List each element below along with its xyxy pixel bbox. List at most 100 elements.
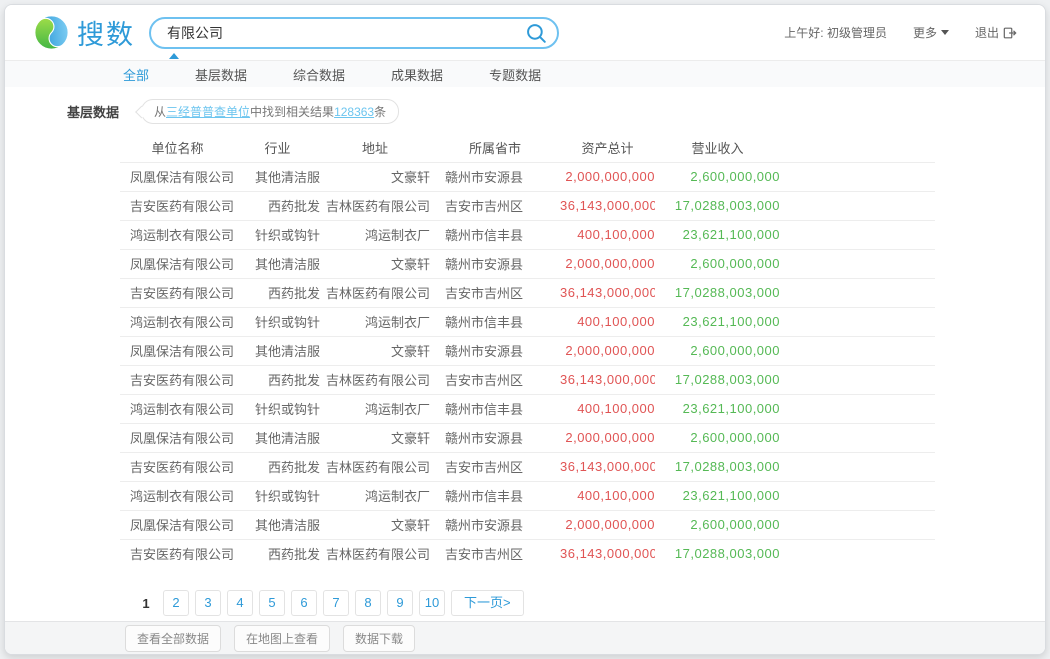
spacer-cell xyxy=(780,278,935,307)
unit-name-cell: 鸿运制衣有限公司 xyxy=(120,307,235,336)
province-cell: 赣州市信丰县 xyxy=(430,481,560,510)
results-tab[interactable]: 成果数据 xyxy=(391,65,443,84)
industry-cell: 其他清洁服 xyxy=(235,423,320,452)
table-row[interactable]: 吉安医药有限公司 西药批发 吉林医药有限公司 吉安市吉州区 36,143,000… xyxy=(120,539,935,568)
table-row[interactable]: 吉安医药有限公司 西药批发 吉林医药有限公司 吉安市吉州区 36,143,000… xyxy=(120,452,935,481)
industry-cell: 其他清洁服 xyxy=(235,510,320,539)
province-cell: 吉安市吉州区 xyxy=(430,452,560,481)
results-tab[interactable]: 专题数据 xyxy=(489,65,541,84)
table-row[interactable]: 鸿运制衣有限公司 针织或钩针 鸿运制衣厂 赣州市信丰县 400,100,000 … xyxy=(120,481,935,510)
province-cell: 赣州市安源县 xyxy=(430,249,560,278)
table-row[interactable]: 凤凰保洁有限公司 其他清洁服 文豪轩 赣州市安源县 2,000,000,000 … xyxy=(120,162,935,191)
address-cell: 吉林医药有限公司 xyxy=(320,539,430,568)
footer-toolbar: 查看全部数据 在地图上查看 数据下载 xyxy=(5,621,1045,654)
table-row[interactable]: 凤凰保洁有限公司 其他清洁服 文豪轩 赣州市安源县 2,000,000,000 … xyxy=(120,249,935,278)
result-summary-pill: 从三经普普查单位中找到相关结果128363条 xyxy=(141,99,399,124)
next-page-button[interactable]: 下一页> xyxy=(451,590,524,616)
footer-action-button[interactable]: 数据下载 xyxy=(343,625,415,652)
results-tab[interactable]: 综合数据 xyxy=(293,65,345,84)
spacer-cell xyxy=(780,191,935,220)
revenue-cell: 2,600,000,000 xyxy=(655,510,780,539)
unit-name-cell: 鸿运制衣有限公司 xyxy=(120,220,235,249)
results-table-body: 凤凰保洁有限公司 其他清洁服 文豪轩 赣州市安源县 2,000,000,000 … xyxy=(120,162,935,568)
source-link[interactable]: 三经普普查单位 xyxy=(166,105,250,119)
app-logo[interactable]: 搜数 xyxy=(33,13,135,52)
page-number-button[interactable]: 5 xyxy=(259,590,285,616)
page-number-button[interactable]: 8 xyxy=(355,590,381,616)
industry-cell: 针织或钩针 xyxy=(235,481,320,510)
page-number-button[interactable]: 9 xyxy=(387,590,413,616)
province-cell: 吉安市吉州区 xyxy=(430,539,560,568)
footer-action-button[interactable]: 查看全部数据 xyxy=(125,625,221,652)
footer-action-button[interactable]: 在地图上查看 xyxy=(234,625,330,652)
page-number-button[interactable]: 6 xyxy=(291,590,317,616)
page-number-button[interactable]: 2 xyxy=(163,590,189,616)
result-middle: 中找到相关结果 xyxy=(250,105,334,119)
result-count-link[interactable]: 128363 xyxy=(334,105,374,119)
total-assets-cell: 36,143,000,000 xyxy=(560,365,655,394)
more-menu[interactable]: 更多 xyxy=(913,24,949,41)
province-cell: 吉安市吉州区 xyxy=(430,365,560,394)
province-cell: 赣州市安源县 xyxy=(430,510,560,539)
logout-button[interactable]: 退出 xyxy=(975,24,1017,41)
page-number-button[interactable]: 4 xyxy=(227,590,253,616)
table-row[interactable]: 吉安医药有限公司 西药批发 吉林医药有限公司 吉安市吉州区 36,143,000… xyxy=(120,278,935,307)
total-assets-cell: 2,000,000,000 xyxy=(560,162,655,191)
industry-cell: 西药批发 xyxy=(235,191,320,220)
unit-name-cell: 鸿运制衣有限公司 xyxy=(120,394,235,423)
header: 搜数 上午好: 初级管理员 更多 退出 xyxy=(5,5,1045,60)
revenue-cell: 17,0288,003,000 xyxy=(655,539,780,568)
unit-name-cell: 凤凰保洁有限公司 xyxy=(120,423,235,452)
total-assets-cell: 2,000,000,000 xyxy=(560,510,655,539)
industry-cell: 其他清洁服 xyxy=(235,249,320,278)
logout-label: 退出 xyxy=(975,24,999,41)
section-title: 基层数据 xyxy=(67,102,119,121)
search-button[interactable] xyxy=(525,22,547,44)
table-row[interactable]: 鸿运制衣有限公司 针织或钩针 鸿运制衣厂 赣州市信丰县 400,100,000 … xyxy=(120,220,935,249)
spacer-cell xyxy=(780,423,935,452)
province-cell: 吉安市吉州区 xyxy=(430,278,560,307)
search-area xyxy=(149,17,559,49)
pagination: 1 2 3 4 5 6 7 8 9 10 下一页> xyxy=(135,590,1045,616)
industry-cell: 针织或钩针 xyxy=(235,394,320,423)
address-cell: 鸿运制衣厂 xyxy=(320,307,430,336)
spacer-cell xyxy=(780,307,935,336)
table-row[interactable]: 吉安医药有限公司 西药批发 吉林医药有限公司 吉安市吉州区 36,143,000… xyxy=(120,191,935,220)
page-number-button[interactable]: 7 xyxy=(323,590,349,616)
user-greeting: 上午好: 初级管理员 xyxy=(784,24,887,41)
table-row[interactable]: 凤凰保洁有限公司 其他清洁服 文豪轩 赣州市安源县 2,000,000,000 … xyxy=(120,336,935,365)
table-row[interactable]: 鸿运制衣有限公司 针织或钩针 鸿运制衣厂 赣州市信丰县 400,100,000 … xyxy=(120,307,935,336)
spacer-cell xyxy=(780,162,935,191)
industry-cell: 西药批发 xyxy=(235,539,320,568)
industry-cell: 西药批发 xyxy=(235,278,320,307)
spacer-cell xyxy=(780,510,935,539)
column-header-revenue: 营业收入 xyxy=(655,134,780,162)
province-cell: 赣州市安源县 xyxy=(430,336,560,365)
logo-swirl-icon xyxy=(33,14,70,51)
search-input[interactable] xyxy=(167,25,525,41)
results-tab[interactable]: 基层数据 xyxy=(195,65,247,84)
section-row: 基层数据 从三经普普查单位中找到相关结果128363条 xyxy=(67,99,1045,124)
results-tab[interactable]: 全部 xyxy=(123,65,149,84)
page-number-button[interactable]: 10 xyxy=(419,590,445,616)
table-row[interactable]: 凤凰保洁有限公司 其他清洁服 文豪轩 赣州市安源县 2,000,000,000 … xyxy=(120,423,935,452)
spacer-cell xyxy=(780,539,935,568)
total-assets-cell: 400,100,000 xyxy=(560,307,655,336)
total-assets-cell: 400,100,000 xyxy=(560,394,655,423)
logout-icon xyxy=(1003,26,1017,40)
column-header-unit-name: 单位名称 xyxy=(120,134,235,162)
province-cell: 吉安市吉州区 xyxy=(430,191,560,220)
unit-name-cell: 吉安医药有限公司 xyxy=(120,452,235,481)
table-row[interactable]: 凤凰保洁有限公司 其他清洁服 文豪轩 赣州市安源县 2,000,000,000 … xyxy=(120,510,935,539)
table-row[interactable]: 鸿运制衣有限公司 针织或钩针 鸿运制衣厂 赣州市信丰县 400,100,000 … xyxy=(120,394,935,423)
industry-cell: 针织或钩针 xyxy=(235,220,320,249)
column-header-total-assets: 资产总计 xyxy=(560,134,655,162)
page-number-button[interactable]: 3 xyxy=(195,590,221,616)
province-cell: 赣州市信丰县 xyxy=(430,307,560,336)
spacer-cell xyxy=(780,394,935,423)
table-row[interactable]: 吉安医药有限公司 西药批发 吉林医药有限公司 吉安市吉州区 36,143,000… xyxy=(120,365,935,394)
results-table: 单位名称 行业 地址 所属省市 资产总计 营业收入 凤凰保洁有限公司 其他清洁服… xyxy=(120,134,935,568)
results-table-header: 单位名称 行业 地址 所属省市 资产总计 营业收入 xyxy=(120,134,935,162)
spacer-cell xyxy=(780,365,935,394)
industry-cell: 西药批发 xyxy=(235,452,320,481)
